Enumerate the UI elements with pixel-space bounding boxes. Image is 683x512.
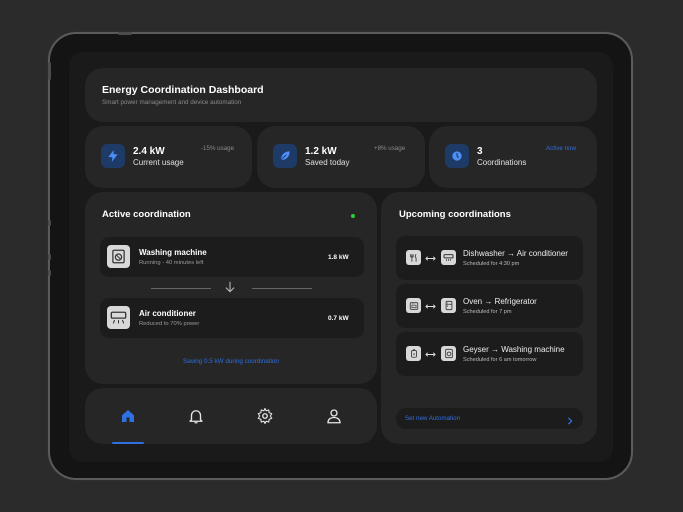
stat-meta: +8% usage [374, 145, 406, 152]
tablet-top-button [118, 32, 132, 35]
clock-icon [445, 144, 469, 168]
dishwasher-icon [406, 250, 421, 265]
screen: Energy Coordination Dashboard Smart powe… [69, 52, 613, 462]
device-name: Air conditioner [139, 309, 196, 318]
tablet-side-button [48, 270, 51, 276]
swap-arrow-icon [425, 251, 436, 269]
arrow-down-icon [223, 280, 237, 299]
coordination-title: Dishwasher → Air conditioner [463, 249, 568, 258]
stat-card-current-usage[interactable]: 2.4 kW Current usage -15% usage [85, 126, 252, 188]
stat-value: 2.4 kW [133, 146, 165, 157]
coordination-item[interactable]: Geyser → Washing machine Scheduled for 6… [396, 332, 583, 376]
stat-label: Coordinations [477, 158, 527, 167]
set-new-automation-label: Set new Automation [405, 415, 461, 422]
oven-icon [406, 298, 421, 313]
tablet-side-button [48, 220, 51, 226]
air-conditioner-icon [107, 306, 130, 329]
device-row[interactable]: Air conditioner Reduced to 70% power 0.7… [100, 298, 364, 338]
stat-card-coordinations[interactable]: 3 Coordinations Active now [429, 126, 597, 188]
upcoming-coordinations-card: Upcoming coordinations Dishwasher → Air … [381, 192, 597, 444]
device-power: 1.8 kW [328, 254, 349, 261]
user-icon[interactable] [322, 404, 346, 428]
chevron-right-icon [566, 413, 574, 431]
device-power: 0.7 kW [328, 315, 349, 322]
saving-note: Saving 0.5 kW during coordination [183, 358, 279, 365]
header-card: Energy Coordination Dashboard Smart powe… [85, 68, 597, 122]
air-conditioner-icon [441, 250, 456, 265]
upcoming-title: Upcoming coordinations [399, 209, 511, 220]
home-icon[interactable] [116, 404, 140, 428]
coordination-title: Oven → Refrigerator [463, 297, 537, 306]
coordination-schedule: Scheduled for 6 am tomorrow [463, 357, 537, 363]
nav-active-indicator [112, 442, 144, 444]
coordination-item[interactable]: Oven → Refrigerator Scheduled for 7 pm [396, 284, 583, 328]
stat-meta: -15% usage [201, 145, 235, 152]
tablet-side-button [48, 62, 51, 80]
geyser-icon [406, 346, 421, 361]
swap-arrow-icon [425, 347, 436, 365]
leaf-icon [273, 144, 297, 168]
active-coordination-title: Active coordination [102, 209, 191, 220]
coordination-title: Geyser → Washing machine [463, 345, 565, 354]
status-dot [351, 214, 355, 218]
bottom-nav [85, 388, 377, 444]
divider [252, 288, 312, 289]
gear-icon[interactable] [253, 404, 277, 428]
stat-label: Current usage [133, 158, 184, 167]
active-coordination-card: Active coordination Washing machine Runn… [85, 192, 377, 384]
refrigerator-icon [441, 298, 456, 313]
coordination-schedule: Scheduled for 4:30 pm [463, 261, 520, 267]
washing-machine-icon [107, 245, 130, 268]
coordination-item[interactable]: Dishwasher → Air conditioner Scheduled f… [396, 236, 583, 280]
stat-label: Saved today [305, 158, 350, 167]
stat-value: 1.2 kW [305, 146, 337, 157]
page-subtitle: Smart power management and device automa… [102, 99, 242, 106]
device-detail: Reduced to 70% power [139, 321, 200, 327]
stat-value: 3 [477, 146, 483, 157]
swap-arrow-icon [425, 299, 436, 317]
device-detail: Running - 40 minutes left [139, 260, 204, 266]
device-row[interactable]: Washing machine Running - 40 minutes lef… [100, 237, 364, 277]
coordination-schedule: Scheduled for 7 pm [463, 309, 512, 315]
stat-card-saved-today[interactable]: 1.2 kW Saved today +8% usage [257, 126, 425, 188]
set-new-automation-button[interactable]: Set new Automation [396, 408, 583, 429]
bell-icon[interactable] [184, 404, 208, 428]
washing-machine-icon [441, 346, 456, 361]
tablet-side-button [48, 254, 51, 260]
stat-meta-active: Active now [546, 145, 576, 152]
page-title: Energy Coordination Dashboard [102, 84, 264, 96]
device-name: Washing machine [139, 248, 207, 257]
divider [151, 288, 211, 289]
lightning-icon [101, 144, 125, 168]
